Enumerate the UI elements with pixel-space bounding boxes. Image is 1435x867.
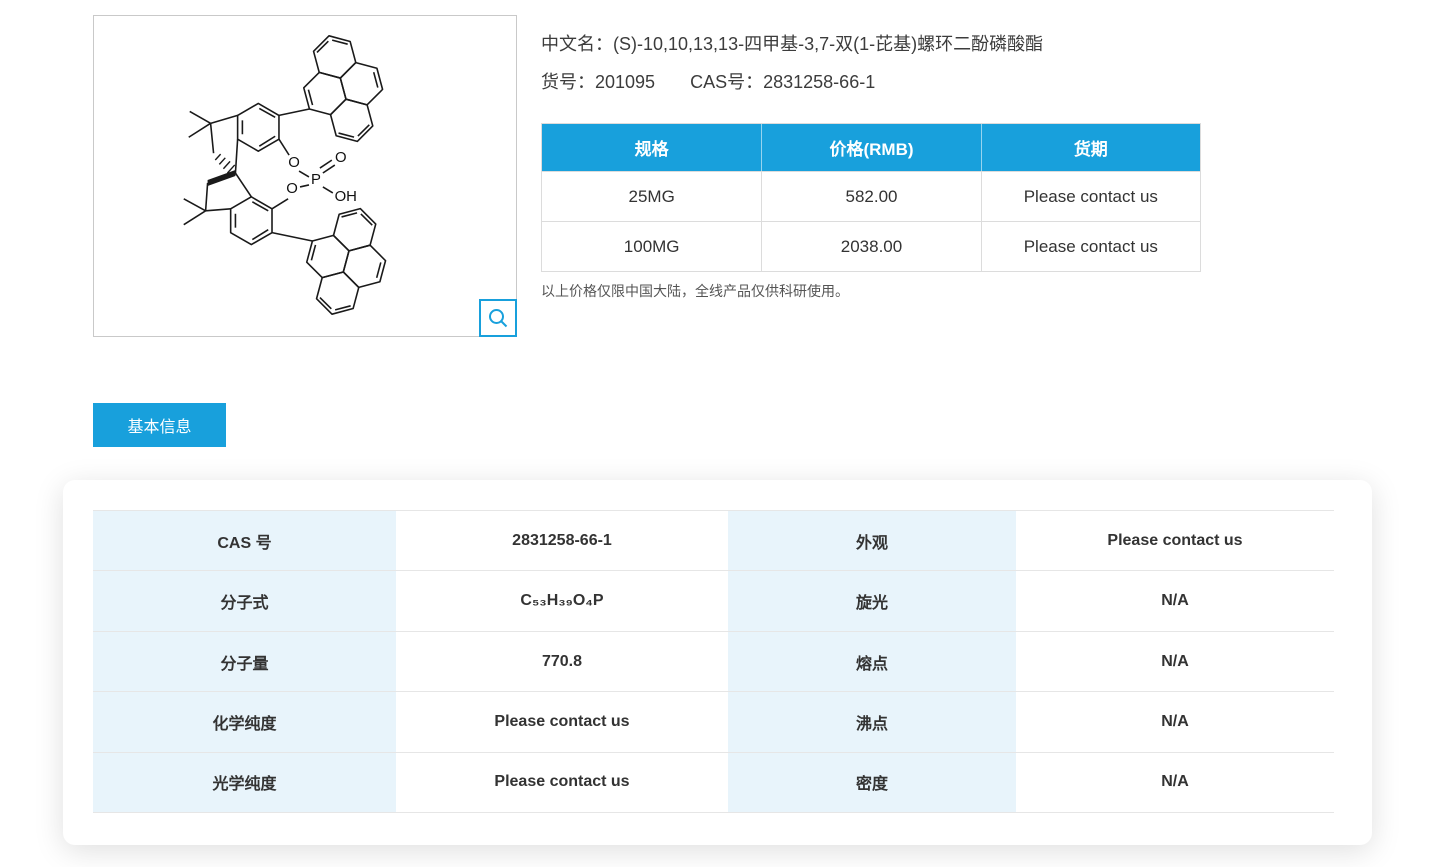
tab-basic-info[interactable]: 基本信息 (93, 403, 226, 447)
catalog-number: 201095 (595, 72, 656, 92)
table-row: 化学纯度 Please contact us 沸点 N/A (93, 692, 1334, 753)
details-table: CAS 号 2831258-66-1 外观 Please contact us … (93, 510, 1334, 814)
detail-value: N/A (1018, 571, 1332, 631)
detail-label: 旋光 (728, 571, 1018, 631)
structure-image-panel: O P O OH O (93, 15, 517, 337)
detail-label: 密度 (728, 752, 1018, 813)
catalog-label: 货号： (541, 72, 595, 92)
product-code-line: 货号：201095 CAS号：2831258-66-1 (541, 68, 875, 94)
details-card: CAS 号 2831258-66-1 外观 Please contact us … (63, 480, 1372, 845)
price-disclaimer: 以上价格仅限中国大陆，全线产品仅供科研使用。 (541, 283, 849, 299)
price-row: 25MG 582.00 Please contact us (542, 171, 1200, 221)
header-leadtime: 货期 (980, 124, 1200, 171)
magnifier-icon (489, 309, 508, 328)
spec-cell: 100MG (623, 236, 680, 256)
detail-label: 光学纯度 (93, 752, 398, 813)
table-row: 分子式 C₅₃H₃₉O₄P 旋光 N/A (93, 571, 1334, 632)
detail-label: 分子式 (93, 571, 398, 631)
product-name-line: 中文名：(S)-10,10,13,13-四甲基-3,7-双(1-芘基)螺环二酚磷… (541, 30, 1043, 56)
chemical-structure-drawing: O P O OH O (183, 25, 398, 325)
leadtime-cell: Please contact us (980, 222, 1200, 271)
detail-value: Please contact us (398, 752, 728, 813)
detail-value: Please contact us (398, 692, 728, 752)
detail-value: N/A (1018, 692, 1332, 752)
product-name: (S)-10,10,13,13-四甲基-3,7-双(1-芘基)螺环二酚磷酸酯 (613, 34, 1044, 54)
leadtime-cell: Please contact us (980, 172, 1200, 221)
cas-number: 2831258-66-1 (763, 72, 876, 92)
detail-label: 化学纯度 (93, 692, 398, 752)
cas-label: CAS号： (690, 72, 764, 92)
table-row: 分子量 770.8 熔点 N/A (93, 631, 1334, 693)
detail-label: 熔点 (728, 631, 1018, 692)
svg-text:OH: OH (335, 189, 357, 205)
svg-text:O: O (286, 181, 298, 197)
zoom-structure-button[interactable] (479, 299, 517, 337)
price-table-header: 规格 价格(RMB) 货期 (542, 124, 1200, 171)
svg-text:O: O (288, 155, 300, 171)
detail-value: N/A (1018, 631, 1332, 692)
table-row: CAS 号 2831258-66-1 外观 Please contact us (93, 511, 1334, 572)
price-row: 100MG 2038.00 Please contact us (542, 221, 1200, 271)
detail-label: 沸点 (728, 692, 1018, 752)
detail-value: N/A (1018, 752, 1332, 813)
detail-value: 770.8 (398, 631, 728, 692)
table-row: 光学纯度 Please contact us 密度 N/A (93, 752, 1334, 814)
header-spec: 规格 (634, 140, 669, 159)
detail-value: 2831258-66-1 (398, 511, 728, 571)
detail-value: C₅₃H₃₉O₄P (398, 571, 728, 631)
detail-value: Please contact us (1018, 511, 1332, 571)
detail-label: 外观 (728, 511, 1018, 571)
price-table: 规格 价格(RMB) 货期 25MG 582.00 Please contact… (541, 123, 1201, 272)
price-cell: 2038.00 (761, 222, 980, 271)
name-label: 中文名： (541, 34, 613, 54)
spec-cell: 25MG (628, 186, 675, 206)
svg-text:P: P (311, 172, 321, 188)
detail-label: 分子量 (93, 631, 398, 692)
detail-label: CAS 号 (93, 511, 398, 571)
price-cell: 582.00 (761, 172, 980, 221)
svg-text:O: O (335, 150, 347, 166)
header-price: 价格(RMB) (761, 124, 980, 171)
